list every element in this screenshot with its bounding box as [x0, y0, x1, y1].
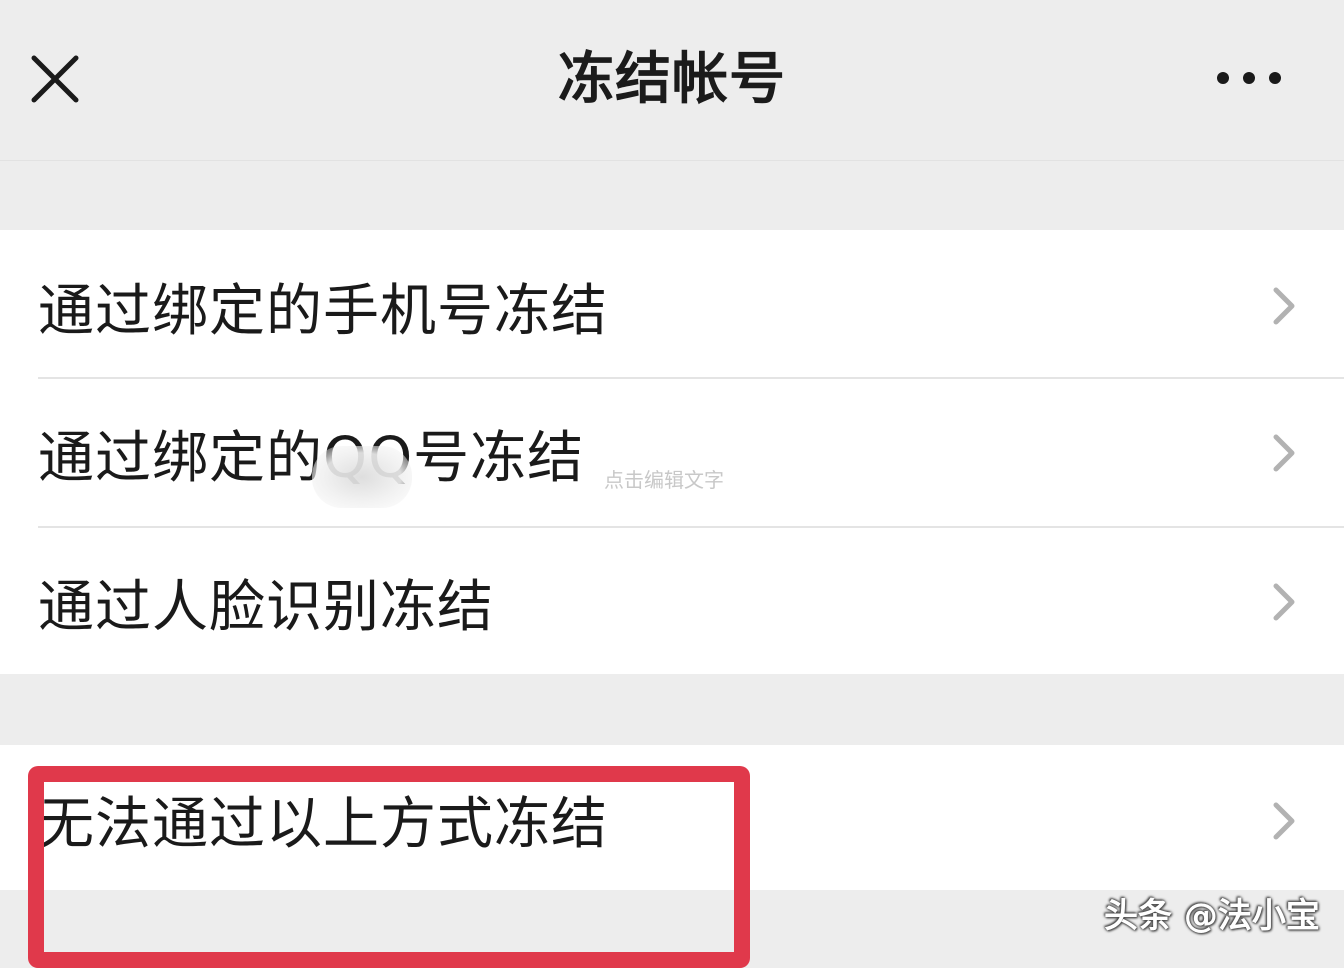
option-label-fallback: 无法通过以上方式冻结	[38, 792, 608, 857]
option-row-fallback[interactable]: 无法通过以上方式冻结	[0, 745, 1344, 890]
chevron-right-icon	[1273, 287, 1295, 325]
page-title: 冻结帐号	[558, 47, 786, 112]
more-dots-icon	[1217, 72, 1281, 84]
option-label-face: 通过人脸识别冻结	[38, 575, 494, 640]
chevron-right-icon	[1273, 434, 1295, 472]
freeze-options-group: 通过绑定的手机号冻结 通过绑定的QQ号冻结 通过人脸识别冻结	[0, 230, 1344, 674]
watermark: 头条 @法小宝	[1104, 896, 1320, 936]
option-label-qq: 通过绑定的QQ号冻结	[38, 426, 585, 491]
option-label-phone: 通过绑定的手机号冻结	[38, 279, 608, 344]
option-row-phone[interactable]: 通过绑定的手机号冻结	[0, 230, 1344, 378]
privacy-blur	[312, 446, 412, 508]
chevron-right-icon	[1273, 802, 1295, 840]
fallback-group: 无法通过以上方式冻结	[0, 745, 1344, 890]
edit-hint: 点击编辑文字	[604, 468, 724, 492]
option-row-face[interactable]: 通过人脸识别冻结	[0, 528, 1344, 674]
more-button[interactable]	[1204, 58, 1294, 102]
option-row-qq[interactable]: 通过绑定的QQ号冻结	[0, 379, 1344, 527]
chevron-right-icon	[1273, 583, 1295, 621]
nav-bar: 冻结帐号	[0, 0, 1344, 161]
